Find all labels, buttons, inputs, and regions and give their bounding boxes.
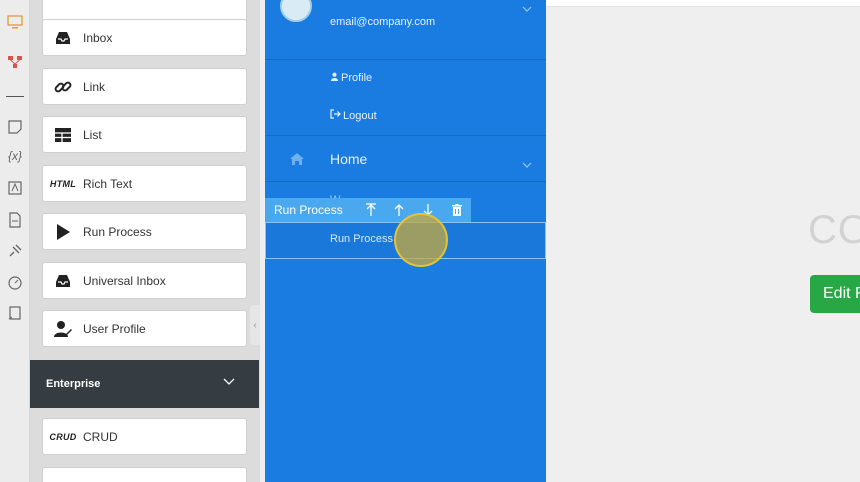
edit-button-label: Edit F [823,285,860,302]
section-enterprise[interactable]: Enterprise [30,360,259,408]
palette-item-rich-text[interactable]: HTML Rich Text [42,165,247,202]
move-up-icon[interactable] [356,198,385,222]
inbox-icon [43,271,83,291]
palette-item-label: List [83,127,102,142]
home-icon [289,152,305,171]
component-palette: Inbox Link List HTML Rich Text Run Proce… [30,0,260,482]
palette-item-label: User Profile [83,321,146,336]
icon-rail: {x} [0,0,30,482]
palette-item-link[interactable]: Link [42,68,247,105]
user-row[interactable]: email@company.com [265,0,546,60]
user-submenu: Profile Logout [265,60,546,136]
chevron-left-icon: ‹ [253,319,257,331]
palette-item-list[interactable]: List [42,116,247,153]
avatar [280,0,312,22]
delete-icon[interactable] [442,198,471,222]
inbox-icon [43,28,83,48]
canvas-top-bar [545,0,860,7]
note-icon[interactable] [5,117,25,137]
palette-item-partial-bottom[interactable] [42,467,247,482]
palette-item-label: Inbox [83,30,113,45]
palette-item-crud[interactable]: CRUD CRUD [42,418,247,455]
rail-divider [6,96,24,97]
user-email: email@company.com [330,16,436,28]
palette-item-run-process[interactable]: Run Process [42,213,247,250]
gauge-icon[interactable] [5,272,25,292]
palette-item-user-profile[interactable]: User Profile [42,310,247,347]
menu-item-label: Run Process [330,233,393,245]
translate-icon[interactable] [5,178,25,198]
chevron-down-icon[interactable] [522,0,532,18]
user-edit-icon [43,319,83,339]
section-label: Enterprise [46,378,101,390]
desktop-icon[interactable] [5,12,25,32]
document-icon[interactable] [5,210,25,230]
logout-link[interactable]: Logout [330,109,377,122]
component-toolbar: Run Process [265,198,471,222]
logout-label: Logout [343,109,377,122]
palette-item-label: Universal Inbox [83,273,166,288]
calendar-icon [43,476,83,482]
palette-item-label: Rich Text [83,176,133,191]
component-name: Run Process [274,203,343,217]
plug-icon[interactable] [5,241,25,261]
link-icon [43,77,83,97]
canvas-heading: CO [808,208,860,252]
profile-label: Profile [341,72,373,84]
user-icon [330,72,339,84]
play-icon [43,222,83,242]
script-icon[interactable] [5,303,25,323]
palette-item-label: CRUD [83,429,118,444]
home-label: Home [330,151,368,167]
collapse-palette-handle[interactable]: ‹ [250,305,260,345]
chevron-down-icon [223,377,235,389]
flow-icon[interactable] [5,52,25,72]
edit-button[interactable]: Edit F [810,275,860,313]
variable-icon[interactable]: {x} [5,146,25,166]
palette-item-universal-inbox[interactable]: Universal Inbox [42,262,247,299]
cursor-highlight [394,213,448,267]
chevron-down-icon[interactable] [522,156,532,174]
palette-item-label: Link [83,79,106,94]
profile-link[interactable]: Profile [330,72,372,84]
table-icon [43,125,83,145]
palette-item-inbox[interactable]: Inbox [42,19,247,56]
sign-out-icon [330,109,341,122]
palette-item-label: Run Process [83,224,152,239]
home-row[interactable] [265,136,546,182]
html-icon: HTML [49,178,77,189]
crud-icon: CRUD [49,431,77,442]
